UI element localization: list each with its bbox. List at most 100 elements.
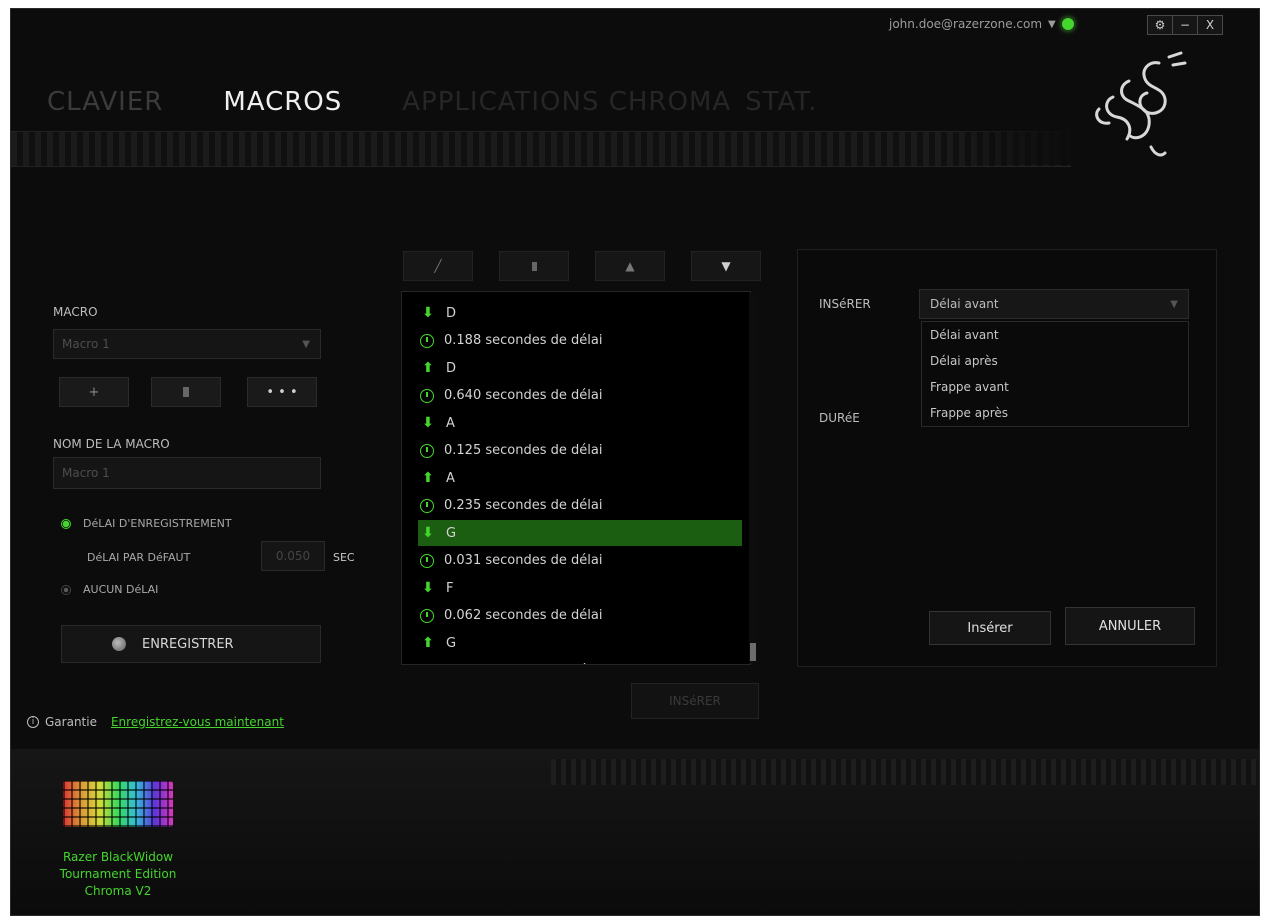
scrollbar-thumb[interactable] <box>750 643 756 661</box>
delete-macro-button[interactable] <box>151 377 221 407</box>
event-row-key[interactable]: ⬇ F <box>402 575 742 601</box>
register-link[interactable]: Enregistrez-vous maintenant <box>111 715 284 729</box>
event-row-key[interactable]: ⬆ D <box>402 355 742 381</box>
pencil-icon: ╱ <box>434 259 442 273</box>
clock-icon <box>420 388 434 403</box>
event-row-delay[interactable]: 0.062 secondes de délai <box>402 603 742 629</box>
move-up-button[interactable]: ▲ <box>595 251 665 281</box>
radio-record-delay[interactable]: DéLAI D'ENREGISTREMENT <box>61 517 232 530</box>
event-text: G <box>446 635 457 651</box>
move-down-button[interactable]: ▼ <box>691 251 761 281</box>
device-bar-texture <box>551 759 1259 785</box>
event-row-key[interactable]: ⬆ A <box>402 465 742 491</box>
option-keystroke-after[interactable]: Frappe après <box>930 406 1008 420</box>
insert-event-button[interactable]: INSéRER <box>631 683 759 719</box>
macro-label: MACRO <box>53 305 98 319</box>
record-icon <box>112 637 126 651</box>
duration-label: DURéE <box>819 411 860 425</box>
radio-no-delay[interactable]: AUCUN DéLAI <box>61 583 158 596</box>
event-row-delay[interactable]: 0.235 secondes de délai <box>402 493 742 519</box>
chevron-down-icon: ▼ <box>1170 298 1178 310</box>
arrow-down-icon: ⬇ <box>422 415 434 431</box>
option-delay-after[interactable]: Délai après <box>930 354 998 368</box>
minimize-button[interactable]: − <box>1173 16 1198 34</box>
sec-label: SEC <box>333 551 355 564</box>
more-options-button[interactable]: • • • <box>247 377 317 407</box>
radio-record-delay-label: DéLAI D'ENREGISTREMENT <box>83 517 232 530</box>
clock-icon <box>420 333 434 348</box>
insert-type-label: INSéRER <box>819 297 871 311</box>
chevron-down-icon: ▼ <box>302 338 310 350</box>
window-controls: ⚙ − X <box>1147 15 1223 35</box>
plus-icon: + <box>88 384 100 400</box>
event-row-key[interactable]: ⬇ A <box>402 410 742 436</box>
event-text: 0.000 secondes de délai <box>444 663 602 664</box>
macro-select-value: Macro 1 <box>62 337 110 351</box>
event-row-delay[interactable]: 0.640 secondes de délai <box>402 383 742 409</box>
event-row-key[interactable]: ⬇ G <box>418 520 742 546</box>
add-macro-button[interactable]: + <box>59 377 129 407</box>
macro-name-value: Macro 1 <box>62 466 110 480</box>
event-text: A <box>446 470 455 486</box>
status-dot-icon <box>1061 18 1074 30</box>
insert-type-select[interactable]: Délai avant ▼ <box>919 289 1189 319</box>
edit-event-button[interactable]: ╱ <box>403 251 473 281</box>
cancel-button[interactable]: ANNULER <box>1065 607 1195 645</box>
warranty-label: Garantie <box>45 715 97 729</box>
event-text: 0.640 secondes de délai <box>444 388 603 403</box>
insert-type-options: Délai avant Délai après Frappe avant Fra… <box>921 321 1189 427</box>
radio-unselected-icon <box>61 584 71 595</box>
arrow-up-icon: ⬆ <box>422 360 434 376</box>
insert-confirm-button[interactable]: Insérer <box>929 611 1051 645</box>
user-email: john.doe@razerzone.com <box>889 17 1043 31</box>
record-button[interactable]: ENREGISTRER <box>61 625 321 663</box>
event-row-delay[interactable]: 0.125 secondes de délai <box>402 438 742 464</box>
event-list-scrollbar[interactable] <box>749 293 757 663</box>
macro-event-list[interactable]: ⬇ D 0.188 secondes de délai ⬆ D 0.640 seconde… <box>401 291 751 665</box>
warranty-row: i Garantie Enregistrez-vous maintenant <box>27 715 284 729</box>
event-row-delay[interactable]: 0.031 secondes de délai <box>402 548 742 574</box>
close-button[interactable]: X <box>1198 16 1222 34</box>
event-text: D <box>446 360 457 376</box>
event-text: 0.235 secondes de délai <box>444 498 603 513</box>
event-text: F <box>446 580 454 596</box>
clock-icon <box>420 498 434 513</box>
more-icon: • • • <box>266 384 298 400</box>
arrow-down-icon: ⬇ <box>422 580 434 596</box>
minimize-icon: − <box>1179 18 1191 32</box>
option-keystroke-before[interactable]: Frappe avant <box>930 380 1009 394</box>
default-delay-value: 0.050 <box>275 549 311 563</box>
default-delay-input[interactable]: 0.050 <box>261 541 325 571</box>
event-toolbar: ╱ ▲ ▼ <box>403 251 763 281</box>
event-text: 0.062 secondes de délai <box>444 608 603 623</box>
razer-snake-logo-icon <box>1095 51 1187 157</box>
gear-icon: ⚙ <box>1154 18 1166 32</box>
tab-applications-chroma[interactable]: APPLICATIONS CHROMA <box>402 87 745 117</box>
delete-event-button[interactable] <box>499 251 569 281</box>
settings-button[interactable]: ⚙ <box>1148 16 1173 34</box>
event-row-key[interactable]: ⬇ D <box>402 300 742 326</box>
macro-name-input[interactable]: Macro 1 <box>53 457 321 489</box>
event-text: 0.031 secondes de délai <box>444 553 603 568</box>
account-menu[interactable]: john.doe@razerzone.com ▼ <box>889 13 1074 35</box>
record-label: ENREGISTRER <box>142 636 234 652</box>
event-text: 0.188 secondes de délai <box>444 333 603 348</box>
macro-name-label: NOM DE LA MACRO <box>53 437 170 451</box>
tab-clavier[interactable]: CLAVIER <box>47 87 223 117</box>
clock-icon <box>420 443 434 458</box>
option-delay-before[interactable]: Délai avant <box>930 328 999 342</box>
event-text: A <box>446 415 455 431</box>
device-name[interactable]: Razer BlackWidow Tournament Edition Chro… <box>33 849 203 900</box>
macro-select[interactable]: Macro 1 ▼ <box>53 329 321 359</box>
triangle-down-icon: ▼ <box>721 259 731 273</box>
event-text: 0.125 secondes de délai <box>444 443 603 458</box>
arrow-down-icon: ⬇ <box>422 305 434 321</box>
tab-stat[interactable]: STAT. <box>745 87 831 117</box>
device-name-line: Chroma V2 <box>84 884 152 898</box>
clock-icon <box>420 553 434 568</box>
device-name-line: Tournament Edition <box>59 867 177 881</box>
event-row-key[interactable]: ⬆ G <box>402 630 742 656</box>
tab-macros[interactable]: MACROS <box>223 87 402 117</box>
event-row-delay[interactable]: 0.188 secondes de délai <box>402 328 742 354</box>
event-row-delay[interactable]: 0.000 secondes de délai <box>402 658 742 664</box>
